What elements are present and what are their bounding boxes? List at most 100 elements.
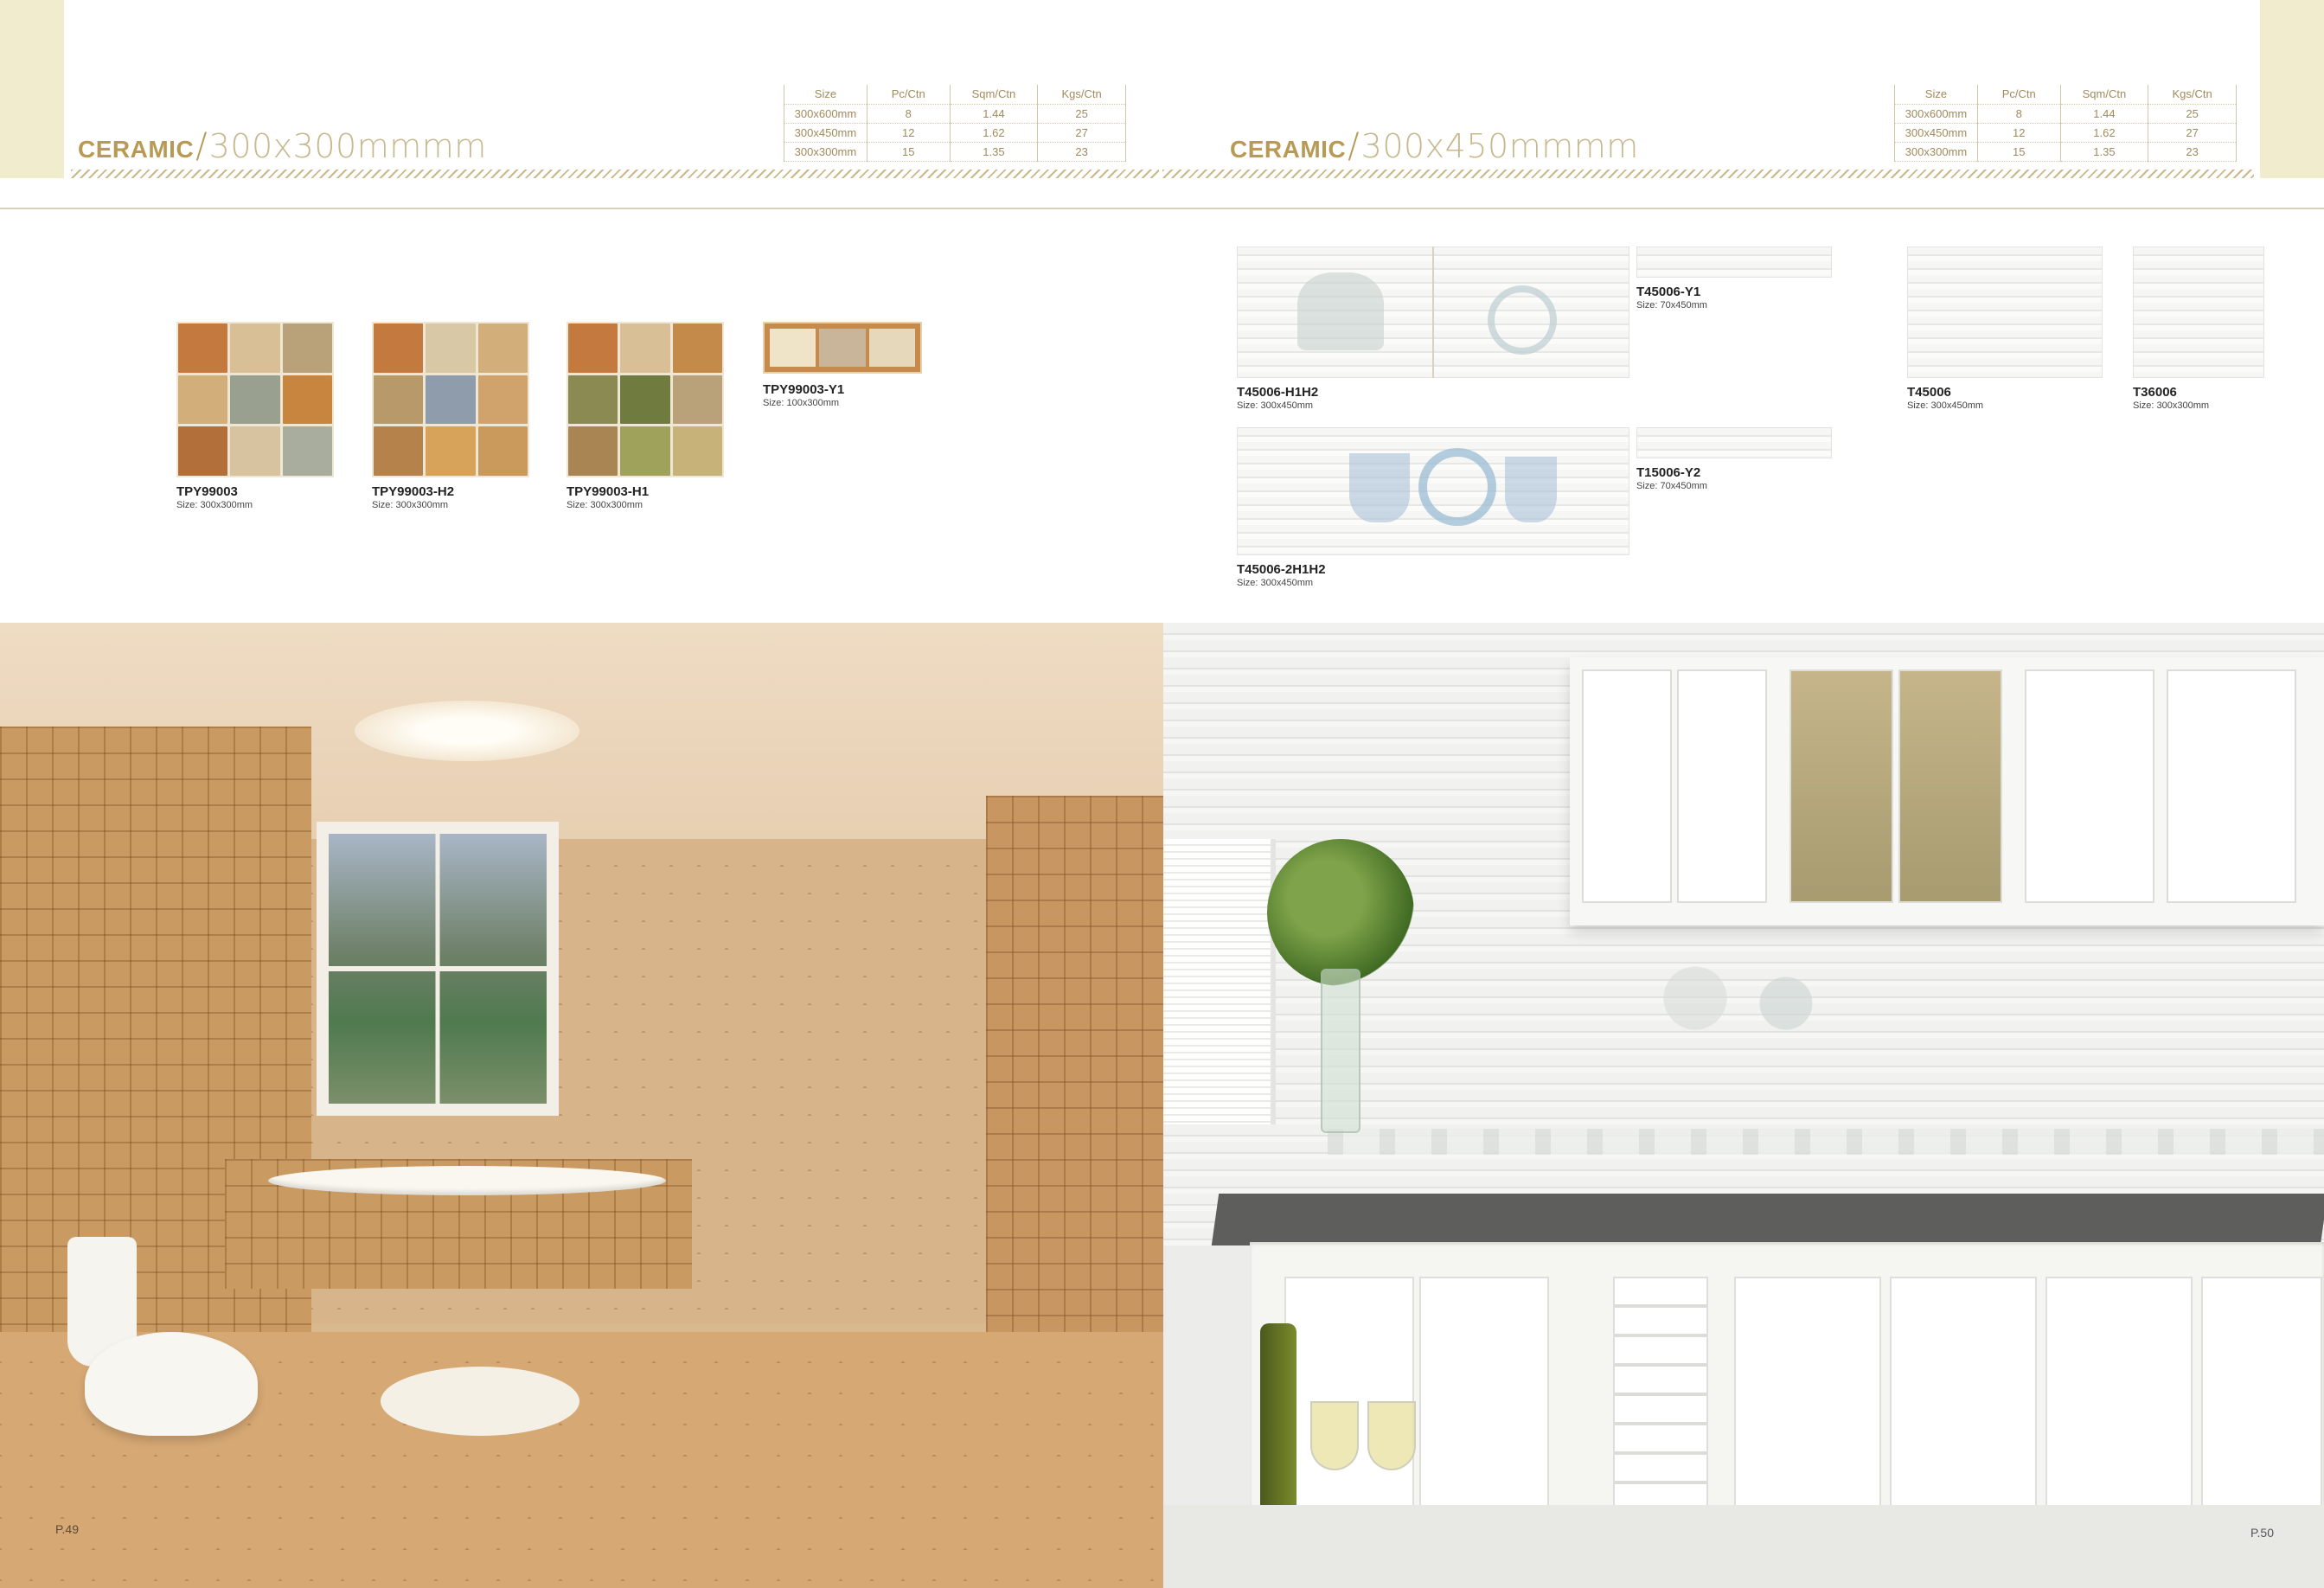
tile-cell	[374, 426, 424, 476]
left-series-slash: /	[195, 126, 208, 166]
countertop	[1211, 1194, 2324, 1245]
bathroom-scene-photo: P.49	[0, 623, 1163, 1588]
tile-cell	[178, 323, 228, 373]
glass-cabinet-door	[1789, 669, 1893, 903]
spec-cell: 8	[1976, 104, 2061, 123]
border-panel	[868, 329, 915, 367]
tile-cell	[282, 375, 332, 425]
tile-swatch	[176, 322, 334, 477]
tile-cell	[568, 323, 618, 373]
left-page-tab	[0, 0, 64, 178]
page-number-right: P.50	[2250, 1526, 2274, 1540]
spec-header-pc: Pc/Ctn	[866, 85, 951, 104]
spec-cell: 1.62	[2059, 123, 2148, 142]
ring-decor	[1418, 448, 1496, 526]
spec-cell: 300x300mm	[1894, 142, 1978, 161]
header-divider	[0, 208, 2324, 209]
window-glass	[329, 834, 547, 1104]
border-panel	[770, 329, 816, 367]
tile-cell	[672, 375, 722, 425]
product-t15006-y2[interactable]: T15006-Y2 Size: 70x450mm	[1636, 427, 1835, 496]
spec-cell: 1.44	[949, 104, 1038, 123]
right-series-slash: /	[1348, 126, 1360, 166]
bathtub	[268, 1166, 666, 1195]
decor-border-strip	[1328, 1129, 2324, 1155]
tile-cell	[426, 375, 476, 425]
right-page-tab	[2260, 0, 2324, 178]
tile-cell	[426, 426, 476, 476]
spec-cell: 23	[1037, 142, 1126, 161]
spec-row: 300x600mm 8 1.44 25	[784, 104, 1126, 123]
tile-cell	[282, 323, 332, 373]
spec-cell: 27	[2148, 123, 2237, 142]
window	[317, 822, 559, 1116]
spec-header-sqm: Sqm/Ctn	[2059, 85, 2148, 104]
wine-glass	[1310, 1401, 1359, 1470]
spec-header-kgs: Kgs/Ctn	[2148, 85, 2237, 104]
border-tile-swatch	[1636, 247, 1832, 278]
spec-cell: 300x300mm	[784, 142, 867, 161]
cup-decor	[1505, 457, 1557, 522]
tile-cell	[374, 323, 424, 373]
product-size: Size: 70x450mm	[1636, 481, 1707, 491]
product-tpy99003-h1[interactable]: TPY99003-H1 Size: 300x300mm	[567, 322, 726, 512]
tile-cell	[477, 375, 528, 425]
spec-cell: 1.62	[949, 123, 1038, 142]
product-code: T45006	[1907, 385, 1951, 400]
tile-swatch-decor-bird	[372, 322, 529, 477]
left-series-title: CERAMIC / 300x300mmmm	[78, 126, 487, 166]
product-t36006[interactable]: T36006 Size: 300x300mm	[2133, 247, 2271, 411]
spec-cell: 12	[1976, 123, 2061, 142]
spec-cell: 23	[2148, 142, 2237, 161]
product-t45006-h1h2[interactable]: T45006-H1H2 Size: 300x450mm	[1237, 247, 1631, 411]
page-number-left: P.49	[55, 1522, 79, 1536]
spec-header-size: Size	[1894, 85, 1978, 104]
product-t45006-y1[interactable]: T45006-Y1 Size: 70x450mm	[1636, 247, 1835, 316]
tile-cell	[230, 375, 280, 425]
left-series-kind: CERAMIC	[78, 136, 195, 163]
spec-cell: 12	[866, 123, 951, 142]
left-hatch-rule	[71, 170, 1159, 178]
kitchen-scene-photo: P.50	[1163, 623, 2324, 1588]
spec-cell: 27	[1037, 123, 1126, 142]
product-size: Size: 300x300mm	[372, 500, 449, 510]
spec-cell: 300x600mm	[1894, 104, 1978, 123]
tile-cell	[568, 375, 618, 425]
product-t45006[interactable]: T45006 Size: 300x450mm	[1907, 247, 2106, 411]
skylight	[355, 701, 579, 761]
tile-cell	[672, 426, 722, 476]
product-tpy99003-h2[interactable]: TPY99003-H2 Size: 300x300mm	[372, 322, 531, 512]
product-code: TPY99003-H1	[567, 484, 650, 499]
decor-tile-panel	[1630, 951, 1890, 1055]
product-size: Size: 300x300mm	[176, 500, 253, 510]
tile-cell	[178, 426, 228, 476]
tile-cell	[426, 323, 476, 373]
spec-header-pc: Pc/Ctn	[1976, 85, 2061, 104]
spec-row: 300x300mm 15 1.35 23	[784, 142, 1126, 161]
product-tpy99003-y1[interactable]: TPY99003-Y1 Size: 100x300mm	[763, 322, 927, 408]
right-spec-table: Size Pc/Ctn Sqm/Ctn Kgs/Ctn 300x600mm 8 …	[1894, 85, 2237, 162]
tile-cell	[477, 426, 528, 476]
tile-cell	[620, 426, 670, 476]
right-hatch-rule	[1162, 170, 2254, 178]
tile-cell	[282, 426, 332, 476]
spec-row: 300x600mm 8 1.44 25	[1894, 104, 2237, 123]
product-t45006-2h1h2[interactable]: T45006-2H1H2 Size: 300x450mm	[1237, 427, 1631, 592]
tile-cell	[620, 375, 670, 425]
tiled-wall-right	[986, 796, 1163, 1349]
product-size: Size: 300x300mm	[2133, 400, 2210, 411]
tile-cell	[230, 426, 280, 476]
tile-cell	[672, 323, 722, 373]
border-panel	[819, 329, 866, 367]
right-series-size: 300x450mmmm	[1360, 127, 1639, 165]
product-size: Size: 300x450mm	[1907, 400, 1984, 411]
teapot-decor	[1297, 272, 1384, 350]
cabinet-door	[2167, 669, 2296, 903]
left-series-size: 300x300mmmm	[208, 127, 487, 165]
toilet-bowl	[85, 1332, 258, 1436]
product-tpy99003[interactable]: TPY99003 Size: 300x300mm	[176, 322, 336, 512]
spec-header-kgs: Kgs/Ctn	[1037, 85, 1126, 104]
spec-cell: 8	[866, 104, 951, 123]
bath-rug	[381, 1367, 579, 1436]
spec-cell: 15	[1976, 142, 2061, 161]
